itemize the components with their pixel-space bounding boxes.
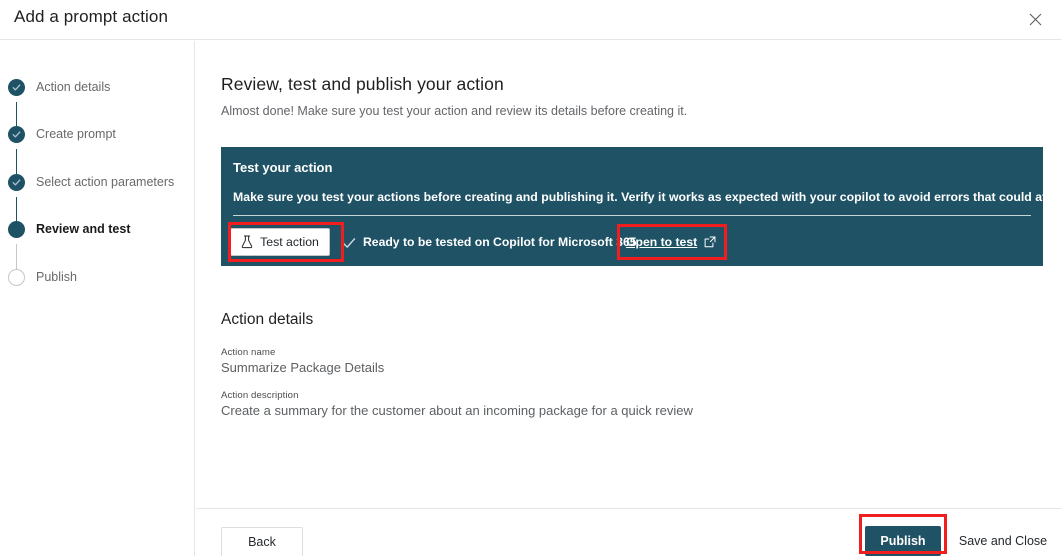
beaker-icon	[241, 235, 253, 249]
step-done-icon	[8, 174, 25, 191]
main-content: Review, test and publish your action Alm…	[196, 41, 1061, 508]
sidebar-item-label: Select action parameters	[36, 175, 174, 189]
test-action-row: Test action Ready to be tested on Copilo…	[221, 223, 1043, 266]
action-description-field: Action description Create a summary for …	[221, 390, 693, 418]
step-done-icon	[8, 79, 25, 96]
test-panel-title: Test your action	[233, 160, 332, 175]
page-title: Review, test and publish your action	[221, 74, 504, 95]
sidebar-item-label: Publish	[36, 270, 77, 284]
test-panel-description: Make sure you test your actions before c…	[233, 190, 1061, 204]
dialog-title: Add a prompt action	[14, 7, 168, 27]
test-action-button-label: Test action	[260, 235, 319, 249]
step-pending-icon	[8, 269, 25, 286]
dialog-header: Add a prompt action	[0, 0, 1061, 40]
dialog-footer: Back Publish Save and Close	[196, 508, 1061, 556]
step-current-icon	[8, 221, 25, 238]
close-icon[interactable]	[1017, 2, 1053, 36]
separator-dash: -	[617, 235, 621, 249]
add-prompt-action-dialog: Add a prompt action Action details Creat…	[0, 0, 1061, 556]
action-name-field: Action name Summarize Package Details	[221, 347, 384, 375]
save-and-close-button[interactable]: Save and Close	[951, 526, 1055, 556]
test-status-text: Ready to be tested on Copilot for Micros…	[363, 235, 637, 249]
sidebar-item-action-details[interactable]: Action details	[8, 76, 110, 98]
open-to-test-group: - Open to test	[617, 235, 716, 249]
action-description-value: Create a summary for the customer about …	[221, 403, 693, 418]
sidebar-item-label: Create prompt	[36, 127, 116, 141]
open-to-test-link[interactable]: Open to test	[626, 235, 697, 249]
step-done-icon	[8, 126, 25, 143]
action-details-heading: Action details	[221, 311, 313, 329]
test-your-action-panel: Test your action Make sure you test your…	[221, 147, 1043, 266]
back-button[interactable]: Back	[221, 527, 303, 556]
external-link-icon[interactable]	[704, 236, 716, 248]
action-name-label: Action name	[221, 347, 384, 358]
sidebar-item-select-action-parameters[interactable]: Select action parameters	[8, 171, 174, 193]
page-subtitle: Almost done! Make sure you test your act…	[221, 104, 687, 118]
action-description-label: Action description	[221, 390, 693, 401]
sidebar-item-create-prompt[interactable]: Create prompt	[8, 123, 116, 145]
sidebar-item-label: Action details	[36, 80, 110, 94]
panel-divider	[233, 215, 1031, 216]
action-name-value: Summarize Package Details	[221, 360, 384, 375]
checkmark-icon	[341, 235, 357, 251]
wizard-step-rail: Action details Create prompt Select acti…	[0, 41, 195, 556]
test-action-button[interactable]: Test action	[230, 228, 330, 256]
sidebar-item-publish[interactable]: Publish	[8, 266, 77, 288]
close-glyph	[1029, 13, 1042, 26]
sidebar-item-review-and-test[interactable]: Review and test	[8, 218, 130, 240]
publish-button[interactable]: Publish	[865, 526, 941, 556]
sidebar-item-label: Review and test	[36, 222, 130, 236]
